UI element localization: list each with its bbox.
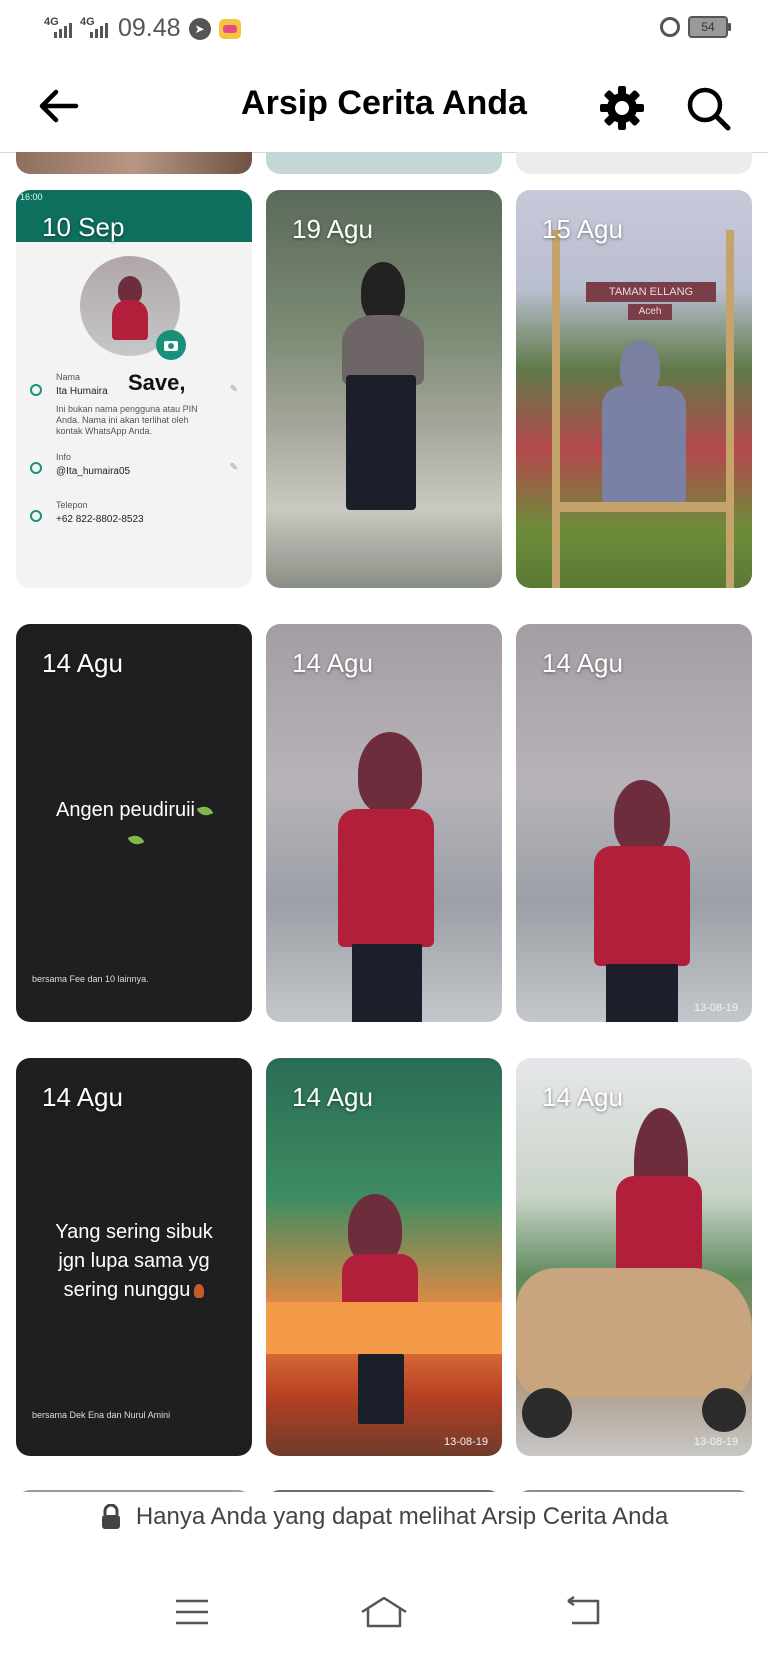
page-title: Arsip Cerita Anda bbox=[241, 84, 527, 122]
search-icon bbox=[687, 87, 731, 131]
info-icon bbox=[30, 462, 42, 474]
status-time: 09.48 bbox=[118, 14, 181, 42]
tagged-users: bersama Dek Ena dan Nurul Amini bbox=[32, 1410, 171, 1420]
camera-icon bbox=[156, 330, 186, 360]
story-date: 15 Agu bbox=[542, 214, 623, 244]
story-date: 14 Agu bbox=[42, 648, 123, 678]
menu-icon bbox=[176, 1599, 208, 1625]
story-tile[interactable]: 14 Agu Angen peudiruii bersama Fee dan 1… bbox=[16, 624, 252, 1022]
tagged-users: bersama Fee dan 10 lainnya. bbox=[32, 974, 149, 984]
story-tile[interactable]: 16:00 Save, Nama Ita Humaira Ini bukan n… bbox=[16, 190, 252, 588]
notification-app-icon bbox=[218, 18, 241, 39]
name-hint: Ini bukan nama pengguna atau PIN Anda. N… bbox=[56, 404, 198, 436]
home-button[interactable] bbox=[354, 1590, 414, 1634]
story-tile-partial[interactable] bbox=[516, 152, 752, 174]
signal-icon-2: 4G bbox=[80, 16, 108, 38]
story-text: Angen peudiruii bbox=[16, 796, 252, 854]
info-value: @Ita_humaira05 bbox=[56, 466, 131, 477]
story-tile-partial[interactable] bbox=[16, 152, 252, 174]
story-date: 19 Agu bbox=[292, 214, 373, 244]
story-tile[interactable]: 14 Agu bbox=[266, 624, 502, 1022]
leaf-emoji bbox=[127, 832, 144, 847]
story-date: 14 Agu bbox=[542, 648, 623, 678]
app-bar: Arsip Cerita Anda bbox=[0, 62, 768, 153]
back-icon bbox=[567, 1595, 600, 1625]
story-tile[interactable]: 14 Agu 13-08-19 bbox=[516, 624, 752, 1022]
story-date: 14 Agu bbox=[292, 648, 373, 678]
gear-icon bbox=[600, 86, 644, 130]
rose-emoji bbox=[194, 1283, 205, 1298]
story-date: 10 Sep bbox=[42, 212, 125, 242]
edit-icon: ✎ bbox=[229, 462, 238, 473]
story-tile[interactable]: 14 Agu 13-08-19 bbox=[516, 1058, 752, 1456]
story-text: Yang sering sibuk jgn lupa sama yg serin… bbox=[55, 1221, 213, 1301]
alarm-icon bbox=[660, 17, 680, 37]
story-tile[interactable]: TAMAN ELLANG Aceh 15 Agu bbox=[516, 190, 752, 588]
phone-value: +62 822-8802-8523 bbox=[56, 514, 144, 525]
story-tile[interactable]: 19 Agu bbox=[266, 190, 502, 588]
park-sign-sub: Aceh bbox=[628, 304, 672, 320]
battery-level: 54 bbox=[701, 20, 715, 34]
story-archive-grid: 16:00 Save, Nama Ita Humaira Ini bukan n… bbox=[0, 152, 768, 1492]
search-button[interactable] bbox=[682, 82, 734, 134]
privacy-note: Hanya Anda yang dapat melihat Arsip Ceri… bbox=[0, 1492, 768, 1542]
photo-timestamp: 13-08-19 bbox=[693, 1002, 738, 1014]
privacy-text: Hanya Anda yang dapat melihat Arsip Ceri… bbox=[135, 1503, 669, 1530]
phone-icon bbox=[30, 510, 42, 522]
story-date: 14 Agu bbox=[42, 1082, 123, 1112]
menu-button[interactable] bbox=[162, 1590, 222, 1634]
info-label: Info bbox=[56, 452, 72, 462]
phone-label: Telepon bbox=[56, 500, 88, 510]
overlay-text: Save, bbox=[128, 370, 186, 395]
battery-icon: 54 bbox=[688, 16, 731, 38]
system-nav-bar bbox=[0, 1560, 768, 1664]
name-value: Ita Humaira bbox=[56, 386, 108, 397]
home-icon bbox=[361, 1596, 407, 1628]
photo-timestamp: 13-08-19 bbox=[443, 1436, 488, 1448]
person-icon bbox=[30, 384, 42, 396]
whatsapp-status-time: 16:00 bbox=[20, 192, 43, 202]
back-nav-button[interactable] bbox=[554, 1590, 614, 1634]
status-bar: 4G 4G 09.48 ➤ 54 bbox=[0, 0, 768, 62]
photo-timestamp: 13-08-19 bbox=[693, 1436, 738, 1448]
park-sign: TAMAN ELLANG bbox=[586, 282, 716, 302]
edit-icon: ✎ bbox=[229, 384, 238, 395]
name-label: Nama bbox=[56, 372, 81, 382]
story-date: 14 Agu bbox=[292, 1082, 373, 1112]
settings-button[interactable] bbox=[596, 82, 648, 134]
telegram-icon: ➤ bbox=[188, 17, 211, 40]
story-tile[interactable]: 14 Agu Yang sering sibuk jgn lupa sama y… bbox=[16, 1058, 252, 1456]
lock-icon bbox=[101, 1504, 120, 1529]
story-tile[interactable]: 14 Agu 13-08-19 bbox=[266, 1058, 502, 1456]
story-date: 14 Agu bbox=[542, 1082, 623, 1112]
signal-icon-1: 4G bbox=[44, 16, 72, 38]
story-tile-partial[interactable] bbox=[266, 152, 502, 174]
leaf-emoji bbox=[196, 803, 214, 818]
